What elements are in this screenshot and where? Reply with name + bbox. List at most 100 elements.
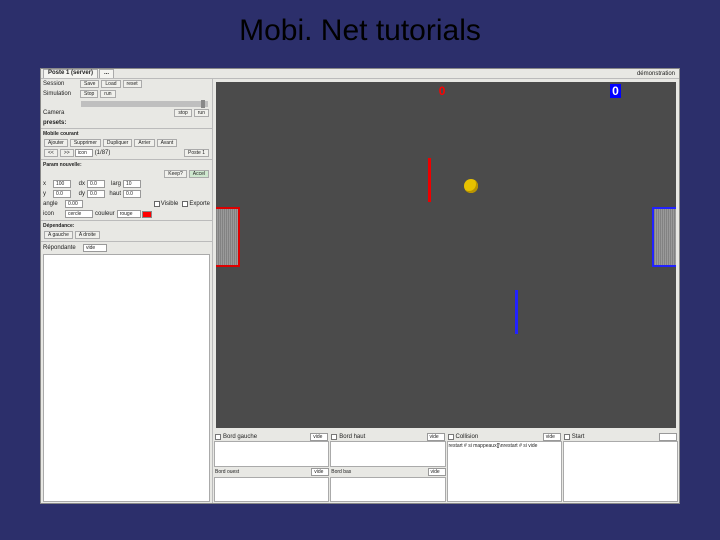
score-red: 0: [437, 84, 448, 98]
panel2-title: Bord haut: [339, 434, 365, 440]
goal-left: [216, 207, 240, 267]
dep-left-button[interactable]: A gauche: [44, 231, 73, 239]
sel-right-button[interactable]: >>: [60, 149, 74, 157]
angle-row: angle 0.00 Visible Exporte: [41, 199, 212, 209]
panel1-sub-input[interactable]: vide: [311, 468, 329, 476]
tab-mode: démonstration: [637, 71, 679, 77]
app-window: Poste 1 (server) ... démonstration Sessi…: [40, 68, 680, 504]
accel-button[interactable]: Accel: [189, 170, 209, 178]
speed-slider[interactable]: [81, 101, 208, 107]
presets-row: presets:: [41, 118, 212, 127]
reply-textarea[interactable]: [43, 254, 210, 502]
angle-label: angle: [43, 201, 65, 207]
tab-poste[interactable]: Poste 1 (server): [43, 69, 98, 78]
session-label: Session: [43, 81, 79, 87]
larg-input[interactable]: 10: [123, 180, 141, 188]
icon-select[interactable]: icon: [75, 149, 93, 157]
dx-label: dx: [73, 181, 85, 187]
colour-swatch[interactable]: [142, 211, 152, 218]
panel4-checkbox[interactable]: [564, 434, 570, 440]
ball-icon: [464, 179, 478, 193]
count-label: (1/87): [95, 150, 111, 156]
cam-run-button[interactable]: run: [194, 109, 209, 117]
haut-input[interactable]: 0.0: [123, 190, 141, 198]
geom-header: Param nouvelle:: [41, 161, 212, 169]
panel-left-edge: Bord gauche vide Bord ouest vide: [214, 432, 329, 502]
slider-row: [41, 99, 212, 108]
delete-button[interactable]: Supprimer: [70, 139, 101, 147]
panel2-checkbox[interactable]: [331, 434, 337, 440]
visible-checkbox[interactable]: [154, 201, 160, 207]
dy-input[interactable]: 0.0: [87, 190, 105, 198]
couleur-label: couleur: [95, 211, 115, 217]
reply-input[interactable]: vide: [83, 244, 107, 252]
cam-stop-button[interactable]: stop: [174, 109, 191, 117]
simulation-label: Simulation: [43, 91, 79, 97]
panel2-val-input[interactable]: vide: [427, 433, 445, 441]
dx-input[interactable]: 0.0: [87, 180, 105, 188]
panel1-body-bot[interactable]: [214, 477, 329, 503]
deps-header: Dépendance:: [41, 222, 212, 230]
duplicate-button[interactable]: Dupliquer: [103, 139, 132, 147]
sel-left-button[interactable]: <<: [44, 149, 58, 157]
angle-input[interactable]: 0.00: [65, 200, 83, 208]
save-button[interactable]: Save: [80, 80, 99, 88]
panel1-title: Bord gauche: [223, 434, 257, 440]
panel3-checkbox[interactable]: [448, 434, 454, 440]
y-row: y 0.0 dy 0.0 haut 0.0: [41, 189, 212, 199]
x-input[interactable]: 100: [53, 180, 71, 188]
reset-button[interactable]: reset: [123, 80, 142, 88]
y-label: y: [43, 191, 53, 197]
prev-button[interactable]: Arrier: [134, 139, 154, 147]
keep-row: Keep? Accel: [41, 169, 212, 179]
player-red-paddle: [428, 158, 431, 202]
tab-other[interactable]: ...: [99, 69, 114, 78]
panel2-sub-title: Bord bas: [331, 469, 351, 475]
camera-row: Camera stop run: [41, 108, 212, 118]
poste-button[interactable]: Poste 1: [184, 149, 209, 157]
next-button[interactable]: Avant: [157, 139, 178, 147]
haut-label: haut: [107, 191, 121, 197]
icon-row: icon cercle couleur rouge: [41, 209, 212, 219]
y-input[interactable]: 0.0: [53, 190, 71, 198]
panel2-sub-input[interactable]: vide: [428, 468, 446, 476]
panel2-body-bot[interactable]: [330, 477, 445, 503]
panel4-body[interactable]: [563, 441, 678, 502]
exporte-checkbox[interactable]: [182, 201, 188, 207]
reply-label: Répondante: [43, 245, 83, 251]
icon-choice-input[interactable]: cercle: [65, 210, 93, 218]
reply-row: Répondante vide: [41, 243, 212, 253]
keep-button[interactable]: Keep?: [164, 170, 186, 178]
panel4-title: Start: [572, 434, 585, 440]
camera-label: Camera: [43, 110, 79, 116]
panel3-val-input[interactable]: vide: [543, 433, 561, 441]
panel1-val-input[interactable]: vide: [310, 433, 328, 441]
right-area: 0 0 Bord gauche vide: [213, 79, 679, 503]
session-row: Session Save Load reset: [41, 79, 212, 89]
play-area[interactable]: 0 0: [216, 82, 676, 428]
panel3-title: Collision: [456, 434, 479, 440]
simulation-row: Simulation Stop run: [41, 89, 212, 99]
add-button[interactable]: Ajouter: [44, 139, 68, 147]
dep-right-button[interactable]: A droite: [75, 231, 100, 239]
exporte-label: Exporte: [189, 201, 210, 207]
tabs-bar: Poste 1 (server) ... démonstration: [41, 69, 679, 79]
content: Session Save Load reset Simulation Stop …: [41, 79, 679, 503]
couleur-input[interactable]: rouge: [117, 210, 141, 218]
panel1-checkbox[interactable]: [215, 434, 221, 440]
sim-stop-button[interactable]: Stop: [80, 90, 98, 98]
visible-label: Visible: [161, 201, 179, 207]
panel3-body[interactable]: restart # si mappeaux[]\nrestart # si vi…: [447, 441, 562, 502]
panel1-body-top[interactable]: [214, 441, 329, 467]
load-button[interactable]: Load: [101, 80, 120, 88]
panel2-body-top[interactable]: [330, 441, 445, 467]
panel1-sub-title: Bord ouest: [215, 469, 239, 475]
score-blue: 0: [610, 84, 621, 98]
larg-label: larg: [107, 181, 121, 187]
player-blue-paddle: [515, 290, 518, 334]
mobile-header: Mobile courant: [41, 130, 212, 138]
dy-label: dy: [73, 191, 85, 197]
presets-label: presets:: [43, 120, 79, 126]
panel4-val-input[interactable]: [659, 433, 677, 441]
sim-run-button[interactable]: run: [100, 90, 115, 98]
